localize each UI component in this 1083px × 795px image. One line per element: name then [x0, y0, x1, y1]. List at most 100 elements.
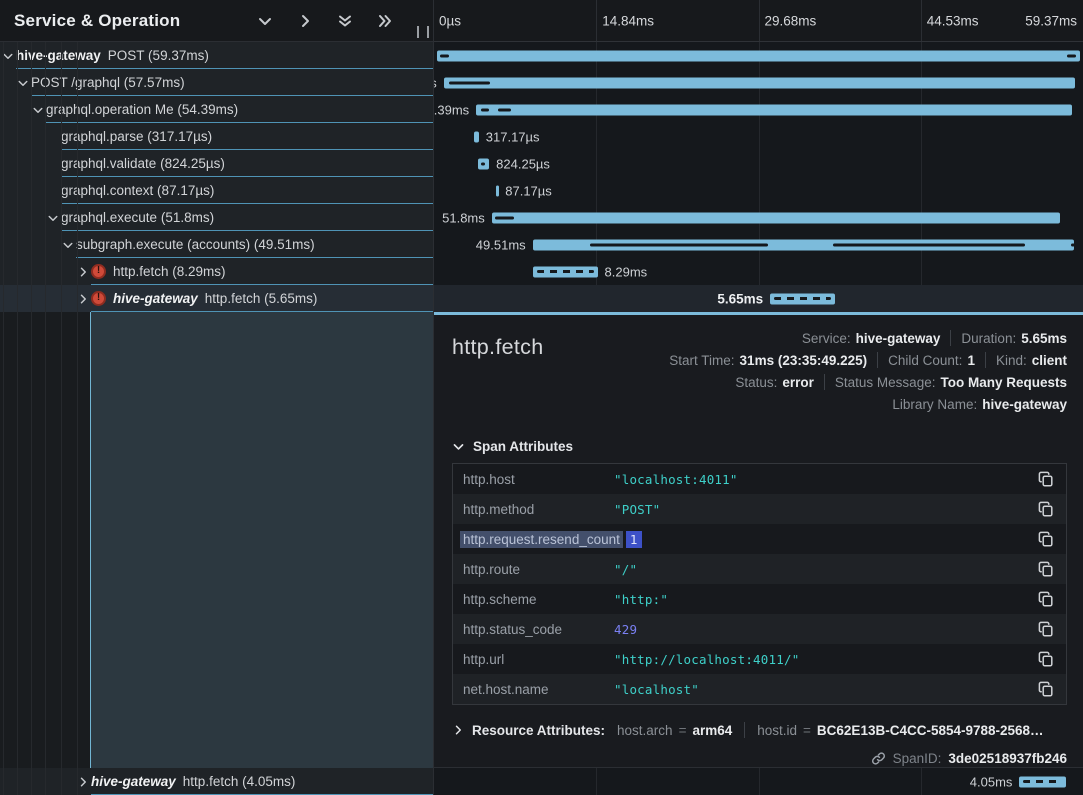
child-span-mark [498, 108, 511, 111]
span-duration-bar[interactable] [492, 212, 1061, 223]
chevron-right-icon[interactable] [77, 266, 89, 278]
chevron-right-icon[interactable] [77, 776, 89, 788]
span-row-content[interactable]: hive-gatewayPOST (59.37ms) [16, 42, 433, 69]
meta-group: Child Count:1 [877, 352, 985, 368]
chevron-down-icon[interactable] [62, 239, 74, 251]
equals-sign: = [803, 723, 811, 738]
timeline-row: 4.05ms [434, 768, 1083, 795]
span-duration-bar[interactable] [770, 293, 835, 304]
chevron-down-icon[interactable] [257, 13, 273, 29]
attribute-value: "/" [614, 562, 1034, 577]
copy-icon[interactable] [1034, 501, 1054, 517]
resource-attribute-key: host.arch [617, 723, 673, 738]
chevron-right-icon[interactable] [297, 13, 313, 29]
double-chevron-right-icon[interactable] [377, 13, 393, 29]
span-row-content[interactable]: graphql.execute (51.8ms) [61, 204, 433, 231]
span-attributes-title: Span Attributes [473, 439, 573, 454]
span-tree-row[interactable]: graphql.parse (317.17µs) [0, 123, 433, 150]
operation-label: POST (59.37ms) [108, 48, 209, 63]
child-span-mark [440, 54, 448, 57]
copy-icon[interactable] [1034, 591, 1054, 607]
link-icon [871, 751, 886, 766]
span-row-content[interactable]: POST /graphql (57.57ms) [31, 69, 433, 96]
copy-icon[interactable] [1034, 651, 1054, 667]
operation-label: subgraph.execute (accounts) (49.51ms) [76, 237, 315, 252]
meta-value: 31ms (23:35:49.225) [740, 353, 868, 368]
chevron-down-icon[interactable] [47, 212, 59, 224]
ruler-tick-label: 0µs [439, 13, 461, 28]
span-duration-label: 51.8ms [442, 210, 485, 225]
chevron-right-icon[interactable] [77, 293, 89, 305]
copy-icon[interactable] [1034, 471, 1054, 487]
copy-icon[interactable] [1034, 621, 1054, 637]
operation-label: graphql.operation Me (54.39ms) [46, 102, 238, 117]
span-duration-label: 8.29ms [605, 264, 648, 279]
span-attributes-header[interactable]: Span Attributes [452, 439, 1067, 454]
resource-attribute-value: BC62E13B-C4CC-5854-9788-2568… [817, 723, 1044, 738]
meta-value: client [1032, 353, 1067, 368]
ruler-tick-label: 29.68ms [765, 13, 817, 28]
span-row-content[interactable]: !http.fetch (8.29ms) [91, 258, 433, 285]
timeline-row: 87.17µs [434, 177, 1083, 204]
resource-attribute-key: host.id [757, 723, 797, 738]
span-duration-bar[interactable] [444, 77, 1075, 88]
span-tree-row[interactable]: graphql.execute (51.8ms) [0, 204, 433, 231]
copy-icon[interactable] [1034, 681, 1054, 697]
child-span-mark [495, 216, 514, 219]
ruler-tick-label: 14.84ms [602, 13, 654, 28]
operation-label: graphql.execute (51.8ms) [61, 210, 214, 225]
attribute-row: http.host"localhost:4011" [453, 464, 1066, 494]
span-duration-bar[interactable] [496, 185, 499, 196]
span-row-content[interactable]: graphql.operation Me (54.39ms) [46, 96, 433, 123]
chevron-down-icon[interactable] [2, 50, 14, 62]
timeline-row [434, 42, 1083, 69]
attribute-row: http.status_code429 [453, 614, 1066, 644]
chevron-down-icon[interactable] [17, 77, 29, 89]
span-row-content[interactable]: graphql.context (87.17µs) [61, 177, 433, 204]
copy-icon[interactable] [1034, 531, 1054, 547]
meta-row: Status:errorStatus Message:Too Many Requ… [725, 371, 1067, 393]
panel-resize-handle-icon[interactable] [417, 26, 429, 38]
span-duration-bar[interactable] [533, 266, 598, 277]
span-title: http.fetch [452, 335, 543, 360]
copy-icon[interactable] [1034, 561, 1054, 577]
span-tree-row[interactable]: graphql.operation Me (54.39ms) [0, 96, 433, 123]
span-row-content[interactable]: graphql.parse (317.17µs) [61, 123, 433, 150]
span-tree-row[interactable]: graphql.context (87.17µs) [0, 177, 433, 204]
double-chevron-down-icon[interactable] [337, 13, 353, 29]
span-duration-bar[interactable] [476, 104, 1072, 115]
meta-group: Library Name:hive-gateway [882, 396, 1067, 412]
grid-line [596, 0, 597, 41]
chevron-down-icon[interactable] [32, 104, 44, 116]
span-row-content[interactable]: graphql.validate (824.25µs) [61, 150, 433, 177]
child-span-mark [590, 243, 768, 246]
span-tree-rows: hive-gatewayPOST (59.37ms)POST /graphql … [0, 42, 433, 312]
span-tree-bottom-row: hive-gatewayhttp.fetch (4.05ms) [0, 768, 433, 795]
span-tree-row[interactable]: graphql.validate (824.25µs) [0, 150, 433, 177]
span-tree-row[interactable]: subgraph.execute (accounts) (49.51ms) [0, 231, 433, 258]
span-tree-row[interactable]: hive-gatewayhttp.fetch (4.05ms) [0, 768, 433, 795]
meta-label: Service: [802, 331, 851, 346]
meta-row: Start Time:31ms (23:35:49.225)Child Coun… [659, 349, 1067, 371]
attribute-key: net.host.name [463, 682, 614, 697]
error-status-icon: ! [91, 291, 106, 306]
span-duration-bar[interactable] [437, 50, 1081, 61]
panel-title: Service & Operation [14, 11, 257, 31]
span-duration-label: 824.25µs [496, 156, 550, 171]
span-duration-bar[interactable] [1019, 776, 1066, 787]
attribute-row: http.scheme"http:" [453, 584, 1066, 614]
tree-panel-header: Service & Operation [0, 0, 434, 42]
resource-attributes-row[interactable]: Resource Attributes: host.arch=arm64host… [452, 718, 1067, 742]
timeline-row: 5.65ms [434, 285, 1083, 312]
meta-group: Service:hive-gateway [792, 330, 951, 346]
span-row-content[interactable]: hive-gatewayhttp.fetch (4.05ms) [91, 768, 433, 795]
span-tree-row[interactable]: POST /graphql (57.57ms) [0, 69, 433, 96]
span-duration-bar[interactable] [474, 131, 479, 142]
span-row-content[interactable]: !hive-gatewayhttp.fetch (5.65ms) [91, 285, 433, 312]
meta-group: Status:error [725, 374, 824, 390]
meta-value: 5.65ms [1021, 331, 1067, 346]
span-tree-row[interactable]: !hive-gatewayhttp.fetch (5.65ms) [0, 285, 433, 312]
span-row-content[interactable]: subgraph.execute (accounts) (49.51ms) [76, 231, 433, 258]
span-tree-row[interactable]: !http.fetch (8.29ms) [0, 258, 433, 285]
span-tree-row[interactable]: hive-gatewayPOST (59.37ms) [0, 42, 433, 69]
